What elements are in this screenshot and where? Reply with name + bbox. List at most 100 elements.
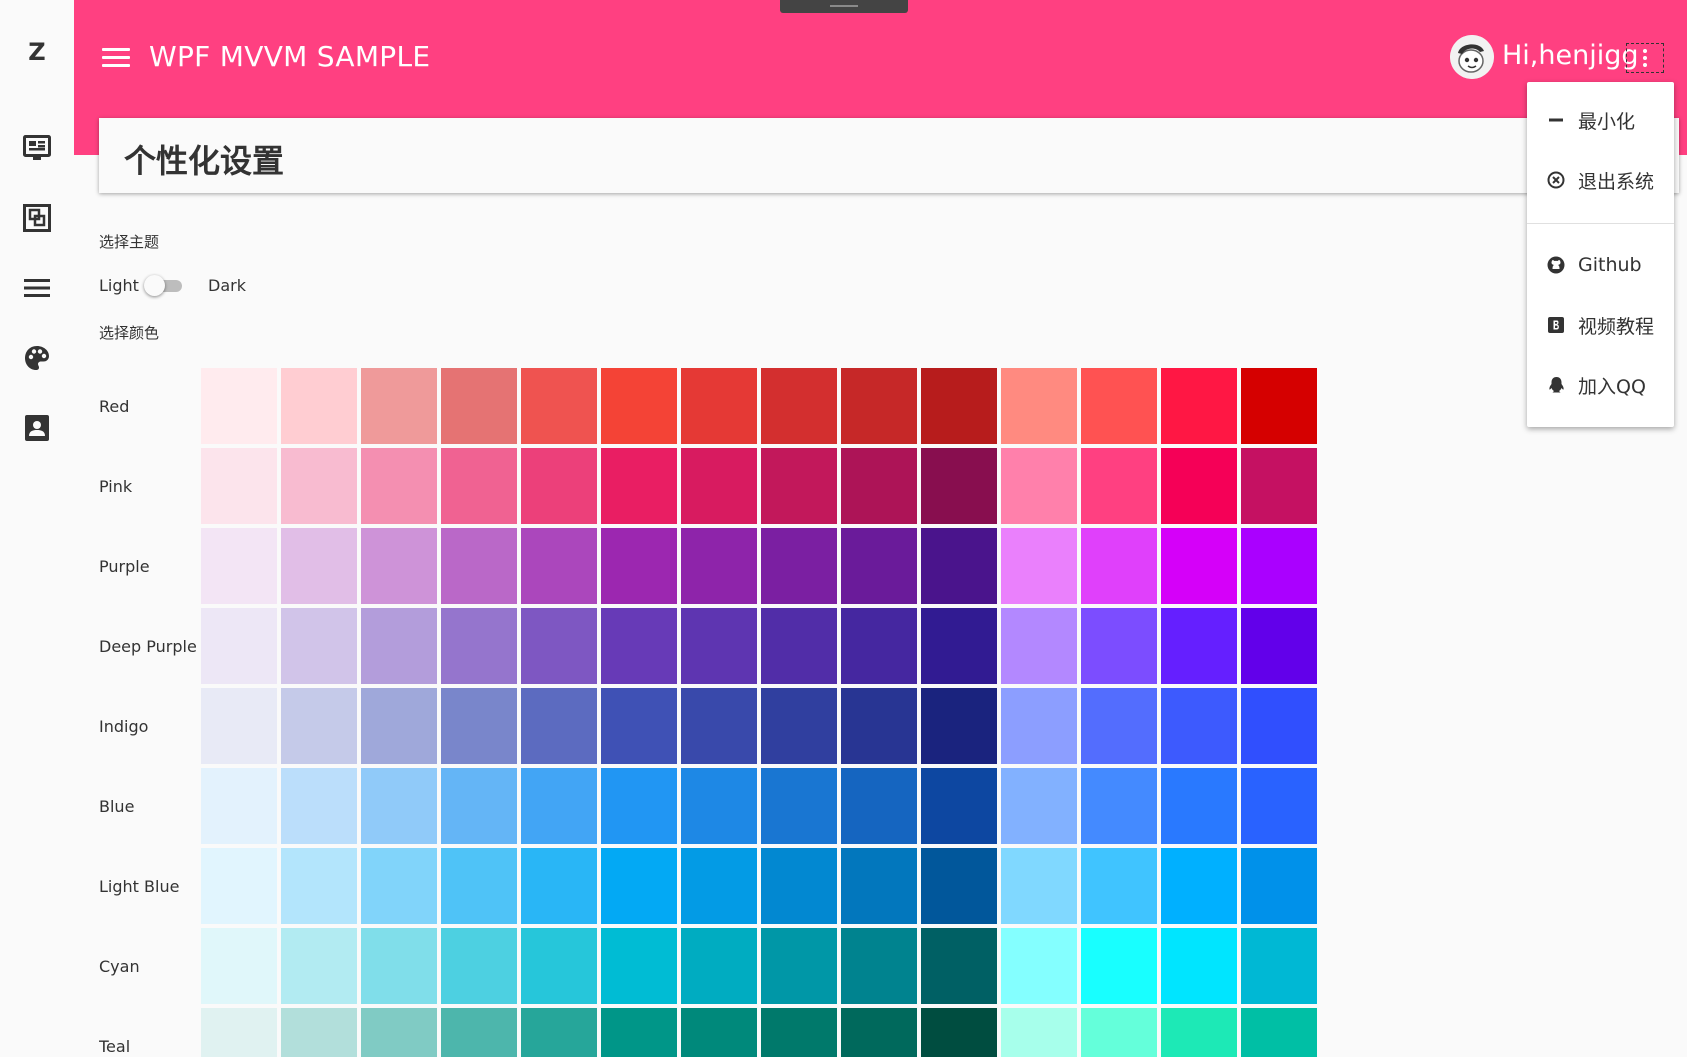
color-swatch[interactable] bbox=[1001, 528, 1077, 604]
color-swatch[interactable] bbox=[201, 608, 277, 684]
color-swatch[interactable] bbox=[201, 688, 277, 764]
color-swatch[interactable] bbox=[761, 528, 837, 604]
color-swatch[interactable] bbox=[521, 608, 597, 684]
color-swatch[interactable] bbox=[361, 608, 437, 684]
color-swatch[interactable] bbox=[1081, 1008, 1157, 1057]
color-swatch[interactable] bbox=[681, 368, 757, 444]
color-swatch[interactable] bbox=[1081, 848, 1157, 924]
color-swatch[interactable] bbox=[441, 528, 517, 604]
color-swatch[interactable] bbox=[281, 448, 357, 524]
color-swatch[interactable] bbox=[201, 928, 277, 1004]
color-swatch[interactable] bbox=[681, 688, 757, 764]
color-swatch[interactable] bbox=[521, 448, 597, 524]
color-swatch[interactable] bbox=[1241, 608, 1317, 684]
color-swatch[interactable] bbox=[521, 688, 597, 764]
color-swatch[interactable] bbox=[1241, 528, 1317, 604]
color-swatch[interactable] bbox=[841, 528, 917, 604]
color-swatch[interactable] bbox=[361, 1008, 437, 1057]
avatar[interactable] bbox=[1450, 35, 1494, 79]
color-swatch[interactable] bbox=[201, 528, 277, 604]
color-swatch[interactable] bbox=[681, 528, 757, 604]
color-swatch[interactable] bbox=[761, 928, 837, 1004]
color-swatch[interactable] bbox=[1001, 768, 1077, 844]
color-swatch[interactable] bbox=[441, 848, 517, 924]
color-swatch[interactable] bbox=[841, 928, 917, 1004]
color-swatch[interactable] bbox=[441, 448, 517, 524]
sidebar-item-dashboard[interactable] bbox=[22, 133, 52, 163]
color-swatch[interactable] bbox=[1001, 1008, 1077, 1057]
color-swatch[interactable] bbox=[521, 368, 597, 444]
color-swatch[interactable] bbox=[281, 688, 357, 764]
color-swatch[interactable] bbox=[1001, 368, 1077, 444]
color-swatch[interactable] bbox=[361, 848, 437, 924]
color-swatch[interactable] bbox=[521, 848, 597, 924]
color-swatch[interactable] bbox=[1241, 448, 1317, 524]
color-swatch[interactable] bbox=[761, 688, 837, 764]
color-swatch[interactable] bbox=[1081, 768, 1157, 844]
color-swatch[interactable] bbox=[1241, 368, 1317, 444]
color-swatch[interactable] bbox=[441, 688, 517, 764]
color-swatch[interactable] bbox=[601, 1008, 677, 1057]
color-swatch[interactable] bbox=[521, 768, 597, 844]
menu-item-join-qq[interactable]: 加入QQ bbox=[1527, 363, 1674, 407]
color-swatch[interactable] bbox=[681, 848, 757, 924]
color-swatch[interactable] bbox=[921, 848, 997, 924]
color-swatch[interactable] bbox=[841, 1008, 917, 1057]
color-swatch[interactable] bbox=[1081, 928, 1157, 1004]
color-swatch[interactable] bbox=[921, 448, 997, 524]
sidebar-item-layers[interactable] bbox=[22, 203, 52, 233]
window-drag-handle[interactable] bbox=[780, 0, 908, 13]
color-swatch[interactable] bbox=[681, 928, 757, 1004]
color-swatch[interactable] bbox=[921, 528, 997, 604]
color-swatch[interactable] bbox=[201, 848, 277, 924]
color-swatch[interactable] bbox=[841, 688, 917, 764]
color-swatch[interactable] bbox=[681, 1008, 757, 1057]
color-swatch[interactable] bbox=[1001, 688, 1077, 764]
color-swatch[interactable] bbox=[521, 928, 597, 1004]
color-swatch[interactable] bbox=[761, 448, 837, 524]
color-swatch[interactable] bbox=[201, 448, 277, 524]
color-swatch[interactable] bbox=[1161, 608, 1237, 684]
color-swatch[interactable] bbox=[761, 368, 837, 444]
color-swatch[interactable] bbox=[1241, 1008, 1317, 1057]
color-swatch[interactable] bbox=[1001, 448, 1077, 524]
color-swatch[interactable] bbox=[281, 1008, 357, 1057]
color-swatch[interactable] bbox=[1161, 448, 1237, 524]
color-swatch[interactable] bbox=[441, 768, 517, 844]
color-swatch[interactable] bbox=[841, 368, 917, 444]
menu-item-video-tutorial[interactable]: 视频教程 bbox=[1527, 303, 1674, 347]
color-swatch[interactable] bbox=[281, 528, 357, 604]
color-swatch[interactable] bbox=[441, 928, 517, 1004]
color-swatch[interactable] bbox=[921, 928, 997, 1004]
color-swatch[interactable] bbox=[1161, 688, 1237, 764]
color-swatch[interactable] bbox=[361, 448, 437, 524]
sidebar-item-menu[interactable] bbox=[22, 273, 52, 303]
color-swatch[interactable] bbox=[281, 608, 357, 684]
color-swatch[interactable] bbox=[441, 608, 517, 684]
menu-item-exit[interactable]: 退出系统 bbox=[1527, 158, 1674, 202]
color-swatch[interactable] bbox=[1081, 608, 1157, 684]
color-swatch[interactable] bbox=[361, 768, 437, 844]
color-swatch[interactable] bbox=[841, 608, 917, 684]
color-swatch[interactable] bbox=[1161, 1008, 1237, 1057]
color-swatch[interactable] bbox=[601, 608, 677, 684]
color-swatch[interactable] bbox=[1241, 768, 1317, 844]
color-swatch[interactable] bbox=[601, 368, 677, 444]
hamburger-menu-button[interactable] bbox=[100, 42, 134, 72]
color-swatch[interactable] bbox=[1001, 608, 1077, 684]
color-swatch[interactable] bbox=[281, 368, 357, 444]
color-swatch[interactable] bbox=[1161, 768, 1237, 844]
color-swatch[interactable] bbox=[1161, 928, 1237, 1004]
more-options-button[interactable] bbox=[1626, 43, 1664, 73]
color-swatch[interactable] bbox=[1161, 528, 1237, 604]
color-swatch[interactable] bbox=[601, 848, 677, 924]
color-swatch[interactable] bbox=[601, 928, 677, 1004]
color-swatch[interactable] bbox=[281, 848, 357, 924]
color-swatch[interactable] bbox=[921, 608, 997, 684]
color-swatch[interactable] bbox=[841, 448, 917, 524]
color-swatch[interactable] bbox=[1241, 848, 1317, 924]
color-swatch[interactable] bbox=[921, 1008, 997, 1057]
color-swatch[interactable] bbox=[921, 688, 997, 764]
color-swatch[interactable] bbox=[761, 1008, 837, 1057]
user-greeting[interactable]: Hi,henjigg bbox=[1502, 40, 1639, 71]
